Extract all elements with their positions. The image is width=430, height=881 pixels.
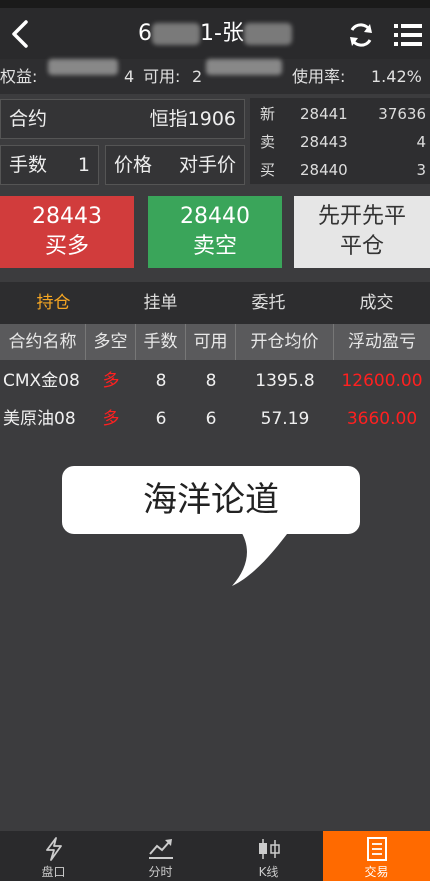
buy-price: 28443: [32, 204, 102, 229]
col-pnl: 浮动盈亏: [348, 332, 416, 352]
candlestick-icon: [258, 839, 280, 859]
close-position-button[interactable]: 先开先平 平仓: [294, 196, 430, 268]
col-qty: 手数: [136, 324, 186, 360]
quote-panel: 新 28441 37636 卖 28443 4 买 28440 3: [250, 98, 430, 184]
available-label: 可用:: [143, 67, 181, 86]
equity-tail: 4: [124, 67, 135, 86]
cell-qty: 6: [155, 409, 167, 429]
tab-orders[interactable]: 委托: [215, 282, 322, 324]
price-label: 价格: [114, 154, 153, 176]
col-avg-price: 开仓均价: [236, 324, 334, 360]
nav-kline[interactable]: K线: [215, 831, 322, 881]
bottom-nav: 盘口 分时 K线 交易: [0, 831, 430, 881]
nav-intraday[interactable]: 分时: [107, 831, 214, 881]
cell-avg-price: 1395.8: [255, 371, 315, 391]
col-available: 可用: [186, 324, 236, 360]
account-summary: 权益: 4 可用: 2 使用率: 1.42%: [0, 59, 430, 94]
table-row[interactable]: CMX金08 多 8 8 1395.8 12600.00: [0, 363, 430, 399]
col-contract: 合约名称: [0, 324, 86, 360]
contract-label: 合约: [9, 108, 48, 130]
close-line2: 平仓: [339, 234, 384, 259]
position-tabs: 持仓 挂单 委托 成交: [0, 282, 430, 324]
tab-positions[interactable]: 持仓: [0, 282, 107, 324]
available-head: 2: [192, 67, 203, 86]
cell-qty: 8: [155, 371, 167, 391]
contract-field[interactable]: 合约 恒指1906: [0, 99, 245, 139]
speech-bubble-tail: [232, 530, 290, 586]
quantity-label: 手数: [9, 154, 48, 176]
cell-direction: 多: [102, 371, 120, 391]
col-direction: 多空: [86, 324, 136, 360]
cell-pnl: 12600.00: [341, 371, 423, 391]
quantity-value: 1: [77, 154, 90, 176]
top-bar: 6 1-张: [0, 8, 430, 59]
sell-label: 卖空: [192, 234, 237, 259]
nav-trade[interactable]: 交易: [323, 831, 430, 881]
cell-pnl: 3660.00: [346, 409, 418, 429]
quote-row-last: 新 28441 37636: [260, 105, 426, 123]
price-field[interactable]: 价格 对手价: [105, 145, 245, 185]
page-title: 6 1-张: [80, 18, 350, 50]
cell-avg-price: 57.19: [260, 409, 310, 429]
table-header: 合约名称 多空 手数 可用 开仓均价 浮动盈亏: [0, 324, 430, 360]
quote-row-ask: 卖 28443 4: [260, 133, 426, 151]
tab-trades[interactable]: 成交: [323, 282, 430, 324]
refresh-icon[interactable]: [346, 20, 376, 50]
quote-row-bid: 买 28440 3: [260, 161, 426, 179]
usage-value: 1.42%: [371, 67, 422, 86]
buy-label: 买多: [44, 234, 89, 259]
nav-orderbook[interactable]: 盘口: [0, 831, 107, 881]
redacted-account: [152, 23, 201, 45]
document-list-icon: [366, 837, 387, 861]
sell-short-button[interactable]: 28440 卖空: [148, 196, 282, 268]
table-row[interactable]: 美原油08 多 6 6 57.19 3660.00: [0, 401, 430, 437]
quantity-field[interactable]: 手数 1: [0, 145, 99, 185]
redacted-name: [243, 23, 292, 45]
equity-label: 权益:: [0, 67, 38, 86]
cell-available: 8: [205, 371, 217, 391]
back-arrow-icon[interactable]: [6, 18, 36, 50]
tab-pending[interactable]: 挂单: [107, 282, 214, 324]
price-value: 对手价: [178, 154, 236, 176]
sell-price: 28440: [180, 204, 250, 229]
lightning-icon: [45, 837, 62, 861]
watermark-bubble: 海洋论道: [62, 466, 360, 534]
close-line1: 先开先平: [317, 204, 406, 229]
contract-value: 恒指1906: [149, 108, 236, 130]
buy-long-button[interactable]: 28443 买多: [0, 196, 134, 268]
cell-available: 6: [205, 409, 217, 429]
status-bar: [0, 0, 430, 8]
usage-label: 使用率:: [292, 67, 346, 86]
cell-contract: CMX金08: [3, 371, 80, 391]
menu-list-icon[interactable]: [393, 21, 423, 49]
trend-line-icon: [148, 839, 173, 859]
cell-direction: 多: [102, 409, 120, 429]
cell-contract: 美原油08: [3, 409, 76, 429]
